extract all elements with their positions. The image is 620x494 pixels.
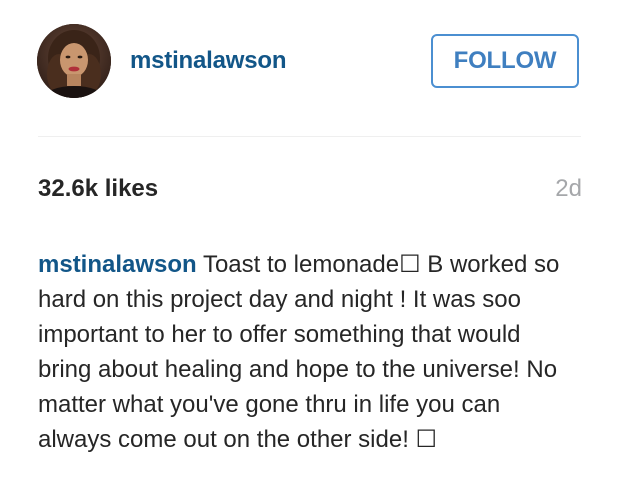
divider [38,136,581,137]
instagram-post: mstinalawson FOLLOW 32.6k likes 2d mstin… [0,0,620,494]
avatar-image [37,24,111,98]
post-username[interactable]: mstinalawson [130,44,287,78]
avatar[interactable] [37,24,111,98]
post-header: mstinalawson FOLLOW [0,0,620,128]
follow-button[interactable]: FOLLOW [431,34,579,88]
post-timestamp[interactable]: 2d [555,172,582,206]
caption-text: Toast to lemonade☐ B worked so hard on t… [38,251,560,453]
post-caption: mstinalawson Toast to lemonade☐ B worked… [38,247,578,457]
likes-number: 32.6k [38,175,99,202]
likes-count[interactable]: 32.6k likes [38,172,158,206]
likes-label: likes [98,175,159,202]
caption-username[interactable]: mstinalawson [38,251,197,278]
